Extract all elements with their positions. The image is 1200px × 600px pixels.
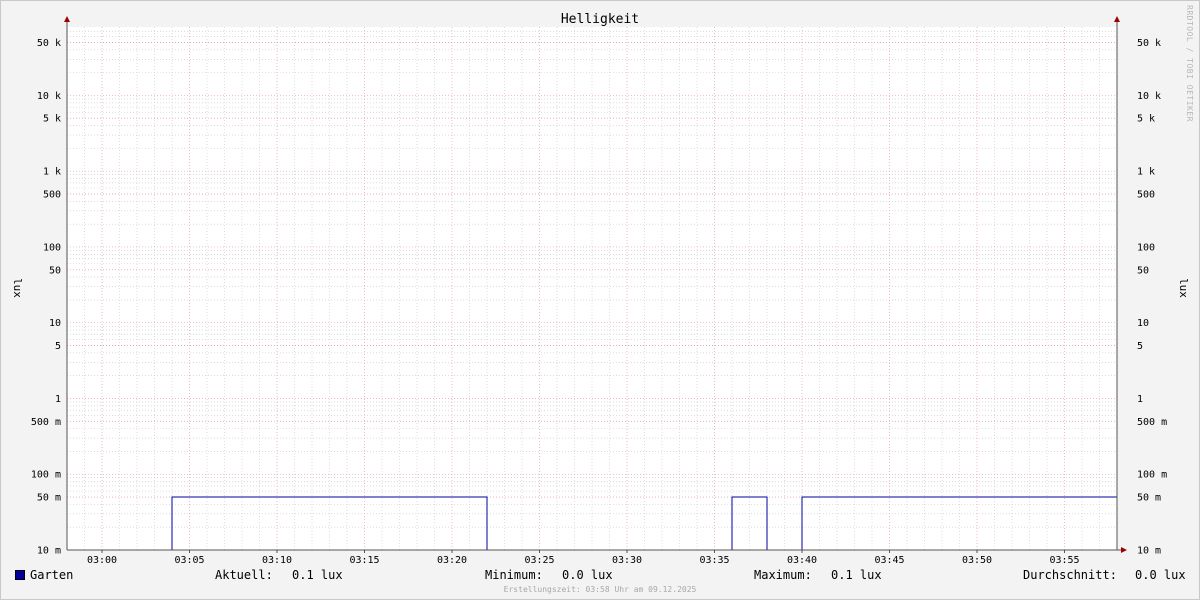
x-tick-label: 03:00 (87, 555, 117, 566)
y-tick-label-left: 100 m (31, 470, 61, 481)
legend-minimum-label: Minimum: (485, 568, 543, 582)
y-tick-label-left: 1 k (43, 167, 61, 178)
legend-aktuell-value: 0.1 lux (292, 568, 343, 582)
y-tick-label-right: 5 k (1137, 114, 1155, 125)
x-tick-label: 03:10 (262, 555, 292, 566)
y-axis-label-left: lux (11, 278, 24, 298)
y-tick-label-right: 500 m (1137, 417, 1167, 428)
y-tick-label-right: 5 (1137, 341, 1143, 352)
legend-swatch-garten (15, 570, 25, 580)
y-axis-arrow-right (1114, 16, 1120, 22)
x-tick-label: 03:55 (1049, 555, 1079, 566)
x-tick-label: 03:20 (437, 555, 467, 566)
x-tick-label: 03:40 (787, 555, 817, 566)
x-tick-label: 03:50 (962, 555, 992, 566)
y-tick-label-left: 10 m (37, 546, 61, 557)
y-tick-label-left: 500 m (31, 417, 61, 428)
y-tick-label-right: 1 (1137, 394, 1143, 405)
legend-maximum-value: 0.1 lux (831, 568, 882, 582)
x-tick-label: 03:25 (524, 555, 554, 566)
x-axis-arrow (1121, 547, 1127, 553)
x-tick-label: 03:15 (349, 555, 379, 566)
y-tick-label-right: 100 (1137, 242, 1155, 253)
y-tick-label-right: 10 m (1137, 546, 1161, 557)
chart-canvas: 03:00 03:05 03:10 03:15 03:20 03:25 03:30 03:35… (11, 12, 1190, 566)
legend-aktuell-label: Aktuell: (215, 568, 273, 582)
y-tick-label-right: 50 m (1137, 493, 1161, 504)
y-tick-label-right: 500 (1137, 189, 1155, 200)
legend: Garten Aktuell: 0.1 lux Minimum: 0.0 lux… (0, 566, 1200, 586)
x-tick-label: 03:05 (174, 555, 204, 566)
legend-series-name: Garten (30, 568, 74, 582)
y-tick-label-left: 500 (43, 189, 61, 200)
legend-maximum-label: Maximum: (754, 568, 812, 582)
y-tick-label-left: 10 (49, 318, 61, 329)
y-axis-arrow-left (64, 16, 70, 22)
x-tick-label: 03:45 (874, 555, 904, 566)
footer-timestamp: Erstellungszeit: 03:58 Uhr am 09.12.2025 (503, 585, 697, 594)
y-tick-label-left: 100 (43, 242, 61, 253)
y-tick-label-left: 50 k (37, 38, 61, 49)
legend-minimum-value: 0.0 lux (562, 568, 613, 582)
x-tick-label: 03:30 (612, 555, 642, 566)
y-tick-label-left: 10 k (37, 91, 61, 102)
watermark: RRDTOOL / TOBI OETIKER (1185, 5, 1194, 122)
y-tick-label-right: 10 (1137, 318, 1149, 329)
y-tick-label-left: 5 k (43, 114, 61, 125)
y-tick-label-right: 50 (1137, 265, 1149, 276)
y-tick-label-left: 1 (55, 394, 61, 405)
y-tick-label-left: 5 (55, 341, 61, 352)
y-tick-label-right: 50 k (1137, 38, 1161, 49)
y-tick-label-right: 100 m (1137, 470, 1167, 481)
y-tick-label-right: 1 k (1137, 167, 1155, 178)
y-tick-label-right: 10 k (1137, 91, 1161, 102)
y-tick-label-left: 50 (49, 265, 61, 276)
y-axis-label-right: lux (1177, 278, 1190, 298)
grid (66, 27, 1118, 551)
x-tick-label: 03:35 (699, 555, 729, 566)
chart-title: Helligkeit (561, 12, 639, 27)
y-tick-label-left: 50 m (37, 493, 61, 504)
legend-durchschnitt-label: Durchschnitt: (1023, 568, 1117, 582)
legend-durchschnitt-value: 0.0 lux (1135, 568, 1186, 582)
